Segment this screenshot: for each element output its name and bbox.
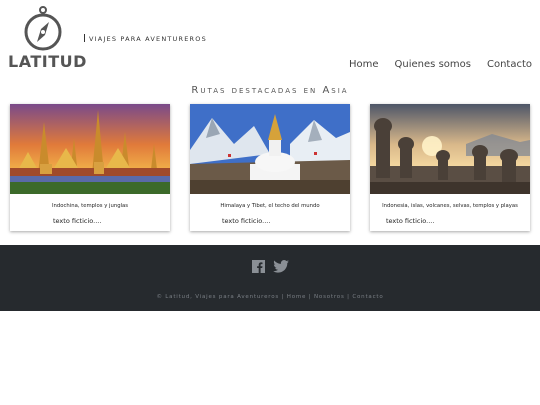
- route-card-himalaya[interactable]: Himalaya y Tibet, el techo del mundo tex…: [190, 104, 350, 231]
- twitter-icon[interactable]: [273, 260, 289, 273]
- footer-copyright: © Latitud, Viajes para Aventureros | Hom…: [156, 294, 384, 300]
- nav-contacto[interactable]: Contacto: [487, 59, 532, 70]
- card-caption: Indochina, templos y junglas: [51, 203, 129, 209]
- site-header: LATITUD Viajes para aventureros Home Qui…: [0, 0, 540, 80]
- tagline-divider: [84, 34, 85, 42]
- card-image-indochina[interactable]: [10, 104, 170, 194]
- tagline: Viajes para aventureros: [84, 34, 207, 43]
- route-card-indonesia[interactable]: Indonesia, islas, volcanes, selvas, temp…: [370, 104, 530, 231]
- brand-name: LATITUD: [8, 52, 87, 71]
- site-footer: © Latitud, Viajes para Aventureros | Hom…: [0, 245, 540, 311]
- facebook-icon[interactable]: [252, 260, 265, 273]
- card-text: texto ficticio....: [53, 217, 102, 225]
- logo[interactable]: LATITUD: [8, 6, 86, 71]
- card-image-himalaya[interactable]: [190, 104, 350, 194]
- social-links: [252, 260, 289, 273]
- card-caption: Indonesia, islas, volcanes, selvas, temp…: [382, 203, 518, 209]
- main-nav: Home Quienes somos Contacto: [349, 59, 532, 70]
- nav-quienes-somos[interactable]: Quienes somos: [395, 59, 471, 70]
- card-image-indonesia[interactable]: [370, 104, 530, 194]
- tagline-text: Viajes para aventureros: [89, 35, 207, 43]
- card-text: texto ficticio....: [222, 217, 271, 225]
- card-caption: Himalaya y Tibet, el techo del mundo: [220, 203, 320, 209]
- section-title: Rutas destacadas en Asia: [191, 85, 349, 96]
- nav-home[interactable]: Home: [349, 59, 379, 70]
- card-text: texto ficticio....: [386, 217, 435, 225]
- route-card-indochina[interactable]: Indochina, templos y junglas texto ficti…: [10, 104, 170, 231]
- compass-icon: [24, 6, 62, 51]
